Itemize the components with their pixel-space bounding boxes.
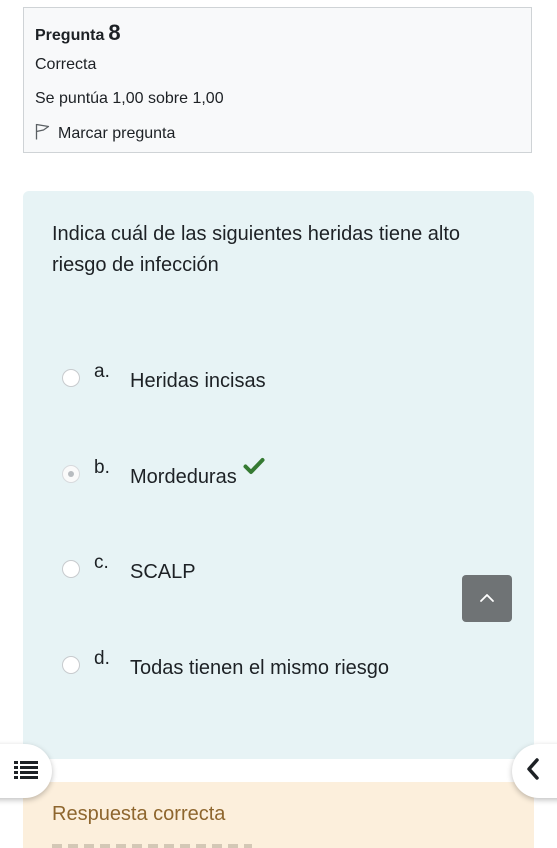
question-text: Indica cuál de las siguientes heridas ti… [52,223,461,276]
answer-label: Todas tienen el mismo riesgo [130,657,390,679]
feedback-title: Respuesta correcta [52,803,226,825]
answer-radio-b[interactable] [62,465,80,483]
open-course-index-button[interactable] [0,744,52,798]
list-icon [14,759,38,784]
answer-option-c[interactable]: c. SCALP [62,552,502,592]
back-to-top-button[interactable] [462,575,512,622]
question-number: Pregunta 8 [35,20,121,46]
question-word: Pregunta [35,27,105,44]
answer-radio-a[interactable] [62,369,80,387]
chevron-left-icon [526,757,540,785]
question-state: Correcta [35,56,97,73]
question-content: Indica cuál de las siguientes heridas ti… [23,191,534,759]
answer-option-d[interactable]: d. Todas tienen el mismo riesgo [62,648,502,688]
feedback-text-partial [52,844,252,848]
question-info-box: Pregunta 8 Correcta Se puntúa 1,00 sobre … [23,7,532,153]
answer-letter: a. [94,361,110,382]
answer-radio-d[interactable] [62,656,80,674]
answer-letter: b. [94,457,110,478]
answer-letter: d. [94,648,110,669]
flag-question-label: Marcar pregunta [58,125,176,142]
answer-label: Heridas incisas [130,370,266,392]
answer-label: SCALP [130,561,196,583]
answer-option-a[interactable]: a. Heridas incisas [62,361,502,401]
answer-letter: c. [94,552,109,573]
checkmark-icon [243,457,265,480]
open-block-drawer-button[interactable] [512,744,557,798]
quiz-review-page: Pregunta 8 Correcta Se puntúa 1,00 sobre … [0,0,557,848]
answer-label: Mordeduras [130,466,237,488]
flag-question-link[interactable]: Marcar pregunta [35,123,175,145]
flag-outline-icon [35,123,58,145]
answer-radio-c[interactable] [62,560,80,578]
chevron-up-icon [479,590,495,608]
question-grade: Se puntúa 1,00 sobre 1,00 [35,90,224,107]
question-number-value: 8 [108,20,121,45]
answer-option-b[interactable]: b. Mordeduras [62,457,502,497]
feedback-box: Respuesta correcta [23,782,534,848]
